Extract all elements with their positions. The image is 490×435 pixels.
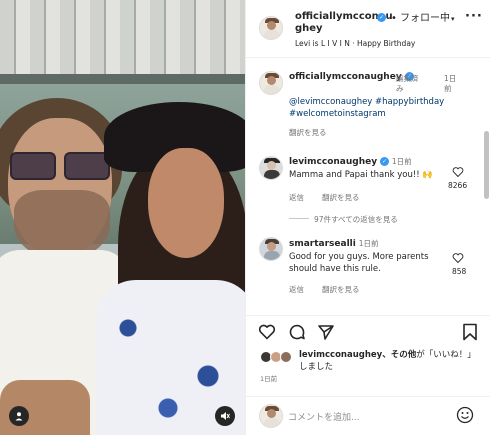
comment-text: Good for you guys. More parents should h… — [289, 252, 429, 274]
like-comment-icon[interactable] — [452, 166, 464, 178]
like-comment-icon[interactable] — [452, 252, 464, 264]
mute-icon[interactable] — [215, 406, 235, 426]
comment-header: smartarseallі 1日前 — [289, 238, 379, 249]
liker-avatar[interactable] — [280, 351, 292, 363]
verified-icon: ✓ — [377, 13, 386, 22]
view-replies-button[interactable]: 97件すべての返信を見る — [314, 214, 398, 225]
post-media[interactable] — [0, 0, 245, 435]
more-options-icon[interactable]: ··· — [465, 10, 483, 23]
emoji-icon[interactable] — [456, 406, 474, 424]
post-side-panel: officiallymcconau ghey ✓ • フォロー中▾ ··· Lev… — [245, 0, 490, 435]
author-avatar[interactable] — [259, 16, 283, 40]
comment-translate[interactable]: 翻訳を見る — [322, 192, 360, 203]
caption-edited: 編集済み — [396, 74, 419, 93]
comment-like-count: 858 — [452, 267, 467, 276]
save-icon[interactable] — [462, 323, 478, 341]
comment-time: 1日前 — [358, 239, 379, 248]
background-roof — [0, 0, 245, 80]
woman-face — [148, 148, 224, 258]
comment-input[interactable]: コメントを追加... — [288, 410, 360, 423]
background-beam — [0, 74, 245, 84]
post-timestamp: 1日前 — [260, 375, 278, 383]
share-icon[interactable] — [317, 323, 335, 341]
comments-list[interactable]: officiallymcconaughey ✓ 編集済み 1日前 @levimc… — [246, 59, 490, 315]
likes-text: levimcconaughey、その他が「いいね！」しました — [299, 350, 476, 372]
verified-icon: ✓ — [379, 157, 389, 166]
comment-text: Mamma and Papai thank you!! 🙌 — [289, 170, 433, 180]
comment-like-count: 8266 — [448, 181, 468, 190]
audio-track[interactable]: Levi is L I V I N · Happy Birthday — [295, 39, 415, 48]
caption-time: 1日前 — [444, 74, 457, 93]
reply-button[interactable]: 返信 — [289, 284, 304, 295]
commenter-avatar[interactable] — [259, 156, 283, 180]
comment-username[interactable]: levimcconaughey — [289, 157, 377, 167]
like-icon[interactable] — [258, 323, 276, 341]
comment-username[interactable]: smartarseallі — [289, 239, 356, 249]
caption-avatar[interactable] — [259, 71, 283, 95]
author-username[interactable]: officiallymcconau ghey — [295, 11, 393, 35]
current-user-avatar — [259, 404, 283, 428]
post-actions — [246, 315, 490, 347]
comment-translate[interactable]: 翻訳を見る — [322, 284, 360, 295]
comment-time: 1日前 — [391, 157, 412, 166]
comments-scrollbar[interactable] — [484, 131, 489, 199]
comment-icon[interactable] — [288, 323, 306, 341]
caption-username[interactable]: officiallymcconaughey — [289, 72, 402, 82]
caption-translate[interactable]: 翻訳を見る — [289, 127, 327, 138]
following-button[interactable]: フォロー中▾ — [400, 13, 455, 25]
liker-username[interactable]: levimcconaughey — [299, 350, 382, 360]
add-comment-bar: コメントを追加... — [246, 396, 490, 435]
commenter-avatar[interactable] — [259, 237, 283, 261]
tagged-user-icon[interactable] — [9, 406, 29, 426]
post-header: officiallymcconau ghey ✓ • フォロー中▾ ··· Lev… — [246, 0, 490, 58]
replies-divider — [289, 218, 309, 219]
separator-dot: • — [391, 13, 397, 24]
sunglasses — [10, 152, 114, 182]
chevron-down-icon: ▾ — [451, 15, 455, 23]
comment-header: levimcconaughey ✓ 1日前 — [289, 156, 412, 167]
caption-text[interactable]: @levimcconaughey #happybirthday #welcome… — [289, 96, 464, 120]
reply-button[interactable]: 返信 — [289, 192, 304, 203]
